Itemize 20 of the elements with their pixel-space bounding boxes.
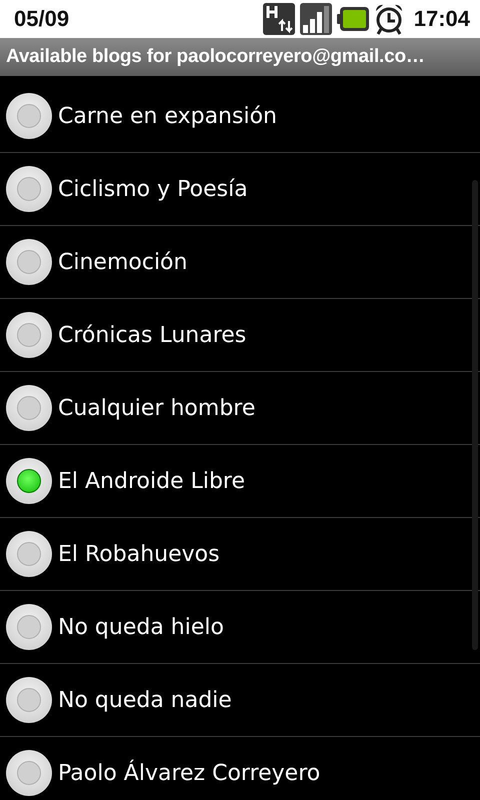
network-icon <box>262 3 295 35</box>
status-time: 17:04 <box>414 6 470 32</box>
dialog-title: Available blogs for paolocorreyero@gmail.co… <box>6 46 425 68</box>
radio-button[interactable] <box>6 93 52 139</box>
radio-button[interactable] <box>6 677 52 723</box>
radio-button[interactable] <box>6 385 52 431</box>
status-date: 05/09 <box>14 6 70 32</box>
battery-icon <box>336 6 369 32</box>
radio-button[interactable] <box>6 604 52 650</box>
radio-button[interactable] <box>6 239 52 285</box>
radio-button[interactable] <box>6 458 52 504</box>
radio-button[interactable] <box>6 531 52 577</box>
blog-option[interactable]: Paolo Álvarez Correyero <box>0 737 480 800</box>
radio-button[interactable] <box>6 166 52 212</box>
alarm-clock-icon <box>374 3 404 35</box>
signal-icon <box>300 3 332 35</box>
blog-option[interactable]: No queda nadie <box>0 664 480 737</box>
radio-button[interactable] <box>6 750 52 796</box>
blog-option[interactable]: Carne en expansión <box>0 80 480 153</box>
radio-button[interactable] <box>6 312 52 358</box>
